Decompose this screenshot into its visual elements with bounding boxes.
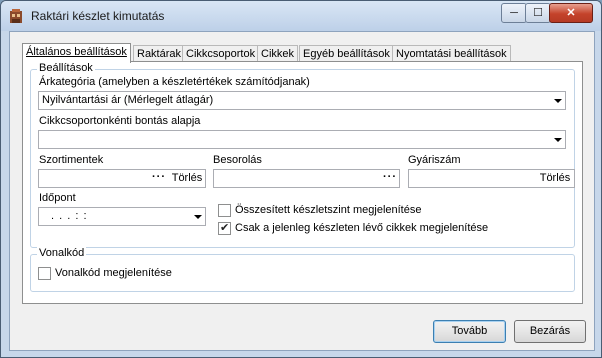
assortments-field[interactable]: ··· Törlés: [38, 169, 206, 188]
price-category-label: Árkategória (amelyben a készletértékek s…: [39, 76, 310, 88]
time-picker[interactable]: . . . : :: [38, 207, 206, 226]
chevron-down-icon: [554, 99, 562, 103]
browse-assortments-button[interactable]: ···: [151, 170, 167, 187]
assortments-label: Szortimentek: [39, 154, 104, 166]
price-category-dropdown[interactable]: Nyilvántartási ár (Mérlegelt átlagár): [38, 91, 566, 110]
cumulative-checkbox[interactable]: [218, 204, 231, 217]
next-button[interactable]: Tovább: [433, 320, 506, 343]
manufacturer-no-label: Gyáriszám: [408, 154, 461, 166]
tab-items[interactable]: Cikkek: [257, 45, 299, 62]
window-title: Raktári készlet kimutatás: [31, 9, 165, 23]
barcode-group-title: Vonalkód: [37, 247, 87, 259]
show-barcode-label[interactable]: Vonalkód megjelenítése: [55, 267, 172, 279]
chevron-down-icon: [554, 138, 562, 142]
report-window: Raktári készlet kimutatás ─ ☐ ✕ Általáno…: [0, 0, 602, 358]
tab-general-settings[interactable]: Általános beállítások: [22, 43, 131, 63]
browse-classification-button[interactable]: ···: [382, 170, 398, 187]
time-value: . . . : :: [51, 210, 88, 222]
time-label: Időpont: [39, 192, 76, 204]
barcode-group: Vonalkód Vonalkód megjelenítése: [30, 247, 575, 292]
tab-item-groups[interactable]: Cikkcsoportok: [182, 45, 260, 62]
cumulative-label[interactable]: Összesített készletszint megjelenítése: [235, 204, 421, 216]
chevron-down-icon: [194, 215, 202, 219]
in-stock-only-label[interactable]: Csak a jelenleg készleten lévő cikkek me…: [235, 222, 488, 234]
app-icon: [10, 9, 22, 23]
close-window-button[interactable]: ✕: [549, 3, 593, 23]
close-button[interactable]: Bezárás: [514, 320, 586, 343]
clear-assortments-button[interactable]: Törlés: [169, 170, 205, 187]
classification-field[interactable]: ···: [213, 169, 400, 188]
dialog-client-area: Általános beállítások Raktárak Cikkcsopo…: [9, 31, 595, 351]
settings-group-title: Beállítások: [37, 62, 95, 74]
tab-print-settings[interactable]: Nyomtatási beállítások: [392, 45, 511, 62]
breakdown-label: Cikkcsoportonkénti bontás alapja: [39, 115, 201, 127]
clear-manufacturer-no-button[interactable]: Törlés: [537, 170, 573, 187]
price-category-value: Nyilvántartási ár (Mérlegelt átlagár): [42, 94, 214, 106]
in-stock-only-checkbox[interactable]: [218, 221, 231, 235]
minimize-button[interactable]: ─: [501, 3, 527, 23]
tab-panel-general: Beállítások Árkategória (amelyben a kész…: [22, 61, 583, 304]
show-barcode-checkbox[interactable]: [38, 267, 51, 280]
maximize-button[interactable]: ☐: [525, 3, 551, 23]
manufacturer-no-field[interactable]: Törlés: [408, 169, 575, 188]
settings-group: Beállítások Árkategória (amelyben a kész…: [30, 62, 575, 248]
classification-label: Besorolás: [213, 154, 262, 166]
tab-other-settings[interactable]: Egyéb beállítások: [299, 45, 394, 62]
title-bar[interactable]: Raktári készlet kimutatás ─ ☐ ✕: [1, 1, 601, 31]
tab-warehouses[interactable]: Raktárak: [133, 45, 186, 62]
breakdown-dropdown[interactable]: [38, 130, 566, 149]
